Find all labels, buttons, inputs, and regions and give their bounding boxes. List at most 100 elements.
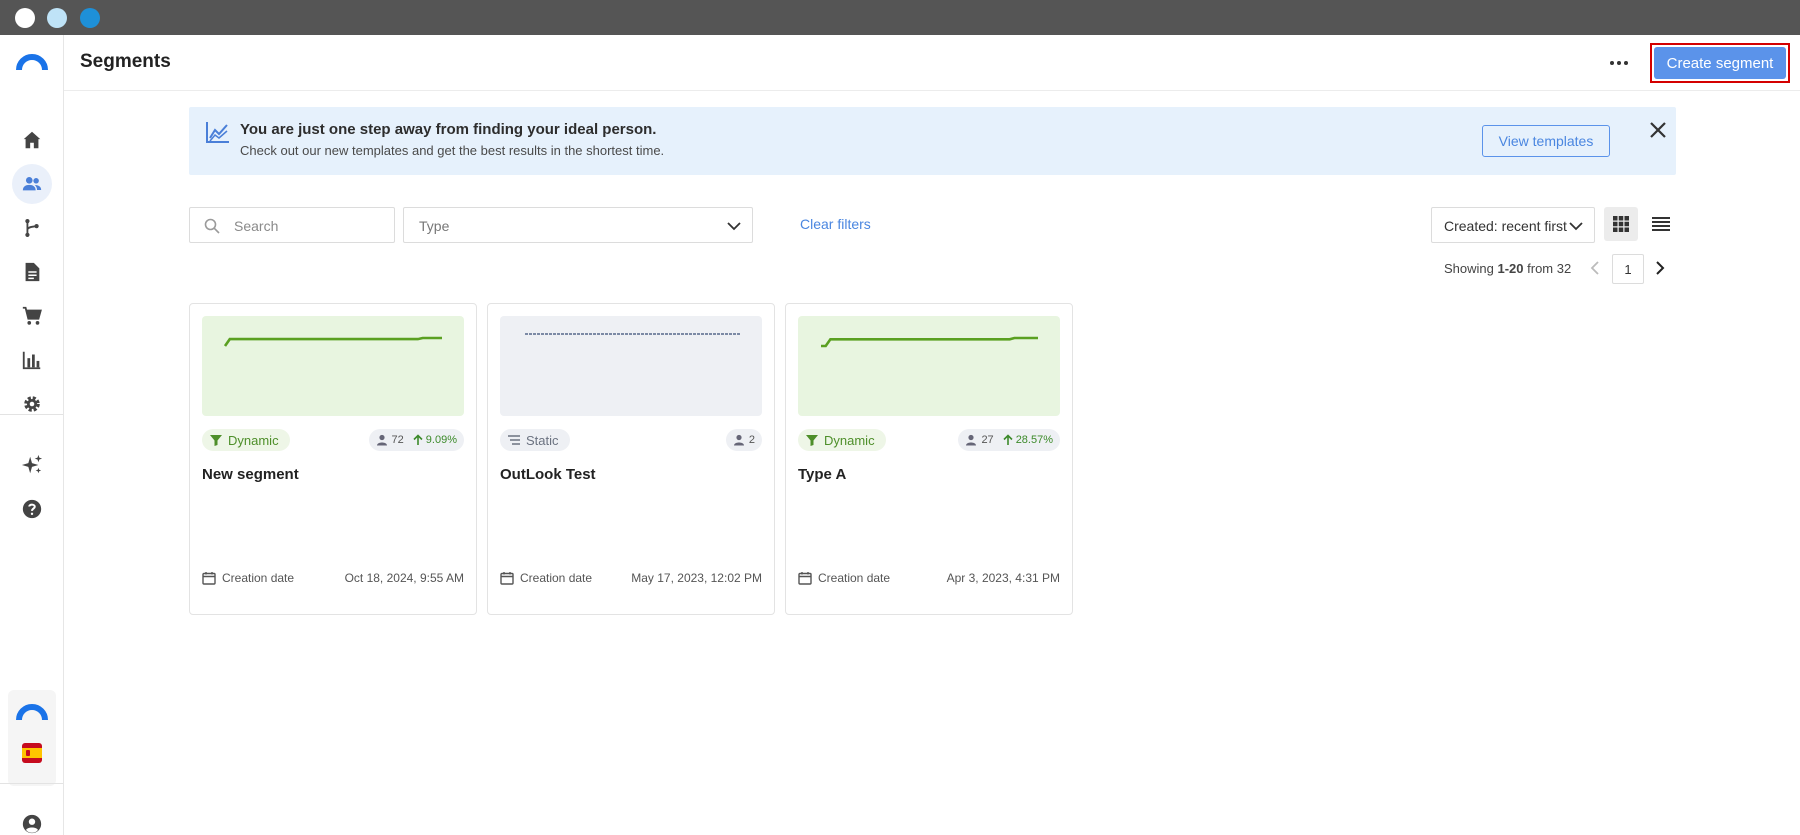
next-page-button[interactable] bbox=[1651, 256, 1669, 280]
segment-count: 72 bbox=[391, 434, 404, 446]
clear-filters-link[interactable]: Clear filters bbox=[800, 216, 871, 232]
more-horizontal-icon bbox=[1610, 61, 1614, 65]
window-maximize-button[interactable] bbox=[80, 8, 100, 28]
sidebar-bottom-divider bbox=[0, 783, 63, 784]
sidebar-item-ecommerce[interactable] bbox=[12, 296, 52, 336]
sidebar-item-profile[interactable] bbox=[12, 804, 52, 835]
filter-icon bbox=[806, 435, 818, 446]
templates-banner: You are just one step away from finding … bbox=[189, 107, 1676, 175]
bar-chart-icon bbox=[22, 351, 41, 370]
segment-card[interactable]: Dynamic 72 9.09% New segment Creation date Oc… bbox=[189, 303, 477, 615]
sidebar bbox=[0, 35, 64, 835]
segment-stats-badge: 72 9.09% bbox=[368, 429, 464, 451]
segment-footer: Creation date Apr 3, 2023, 4:31 PM bbox=[798, 570, 1060, 586]
banner-subtitle: Check out our new templates and get the … bbox=[240, 143, 665, 158]
static-list-icon bbox=[508, 435, 520, 445]
window-close-button[interactable] bbox=[15, 8, 35, 28]
segment-type-label: Dynamic bbox=[228, 432, 279, 448]
segment-type-badge: Dynamic bbox=[202, 429, 290, 451]
home-icon bbox=[23, 131, 41, 149]
window-minimize-button[interactable] bbox=[47, 8, 67, 28]
segment-type-label: Static bbox=[526, 432, 559, 448]
segment-footer: Creation date May 17, 2023, 12:02 PM bbox=[500, 570, 762, 586]
sparkline-path bbox=[223, 336, 442, 347]
creation-date-label: Creation date bbox=[520, 571, 593, 585]
segment-stats-badge: 27 28.57% bbox=[958, 429, 1060, 451]
calendar-icon bbox=[798, 572, 812, 585]
sidebar-item-settings[interactable] bbox=[12, 384, 52, 424]
account-icon bbox=[22, 814, 42, 834]
person-icon bbox=[733, 434, 744, 446]
segment-name[interactable]: New segment bbox=[202, 466, 299, 483]
list-view-button[interactable] bbox=[1644, 207, 1678, 241]
creation-date-value: Apr 3, 2023, 4:31 PM bbox=[946, 571, 1060, 585]
sidebar-item-home[interactable] bbox=[12, 120, 52, 160]
view-templates-button[interactable]: View templates bbox=[1482, 125, 1610, 157]
arrow-up-icon bbox=[1003, 434, 1013, 445]
chevron-down-icon bbox=[727, 222, 741, 231]
segment-sparkline bbox=[798, 316, 1060, 416]
type-filter-select[interactable]: Type bbox=[403, 207, 753, 243]
chevron-right-icon bbox=[1656, 261, 1665, 275]
create-segment-button[interactable]: Create segment bbox=[1654, 47, 1786, 79]
document-icon bbox=[25, 262, 40, 282]
brand-logo-icon[interactable] bbox=[16, 53, 48, 71]
segment-growth: 28.57% bbox=[1002, 434, 1053, 446]
creation-date-value: May 17, 2023, 12:02 PM bbox=[631, 571, 762, 585]
sparkline-path bbox=[821, 336, 1038, 348]
segment-growth-value: 9.09% bbox=[425, 434, 457, 446]
sparkles-icon bbox=[21, 454, 43, 474]
sidebar-item-segments[interactable] bbox=[12, 164, 52, 204]
segment-count: 27 bbox=[981, 434, 994, 446]
spain-flag-icon[interactable] bbox=[22, 743, 42, 763]
segment-footer: Creation date Oct 18, 2024, 9:55 AM bbox=[202, 570, 464, 586]
cart-icon bbox=[22, 306, 42, 325]
previous-page-button[interactable] bbox=[1586, 256, 1604, 280]
window-titlebar bbox=[0, 0, 1800, 35]
segment-growth-value: 28.57% bbox=[1015, 434, 1053, 446]
segment-stats-badge: 2 bbox=[725, 429, 762, 451]
segment-growth: 9.09% bbox=[412, 434, 457, 446]
page-title: Segments bbox=[80, 51, 171, 72]
segment-name[interactable]: Type A bbox=[798, 466, 846, 483]
sidebar-item-content[interactable] bbox=[12, 252, 52, 292]
segment-card[interactable]: Static 2 OutLook Test Creation date May 17, … bbox=[487, 303, 775, 615]
arrow-up-icon bbox=[413, 434, 423, 445]
sidebar-item-flows[interactable] bbox=[12, 208, 52, 248]
sort-label: Created: recent first bbox=[1444, 218, 1567, 234]
page-header: Segments Create segment bbox=[64, 35, 1800, 91]
type-filter-label: Type bbox=[419, 218, 450, 234]
person-icon bbox=[966, 434, 977, 446]
creation-date-label: Creation date bbox=[222, 571, 295, 585]
segment-card[interactable]: Dynamic 27 28.57% Type A Creation date Apr 3,… bbox=[785, 303, 1073, 615]
brand-logo-small-icon bbox=[16, 704, 48, 721]
calendar-icon bbox=[202, 572, 216, 585]
close-icon[interactable] bbox=[1647, 119, 1669, 141]
sort-select[interactable]: Created: recent first bbox=[1431, 207, 1595, 243]
banner-title: You are just one step away from finding … bbox=[240, 121, 657, 138]
segment-sparkline bbox=[500, 316, 762, 416]
trend-chart-icon bbox=[206, 122, 229, 143]
search-icon bbox=[204, 218, 220, 234]
segment-count: 2 bbox=[748, 434, 755, 446]
search-input[interactable] bbox=[234, 216, 384, 236]
calendar-icon bbox=[500, 572, 514, 585]
list-icon bbox=[1652, 217, 1670, 231]
creation-date-label: Creation date bbox=[818, 571, 891, 585]
help-icon bbox=[22, 499, 42, 519]
segment-type-label: Dynamic bbox=[824, 432, 875, 448]
chevron-down-icon bbox=[1569, 222, 1583, 231]
filter-icon bbox=[210, 435, 222, 446]
sidebar-item-analytics[interactable] bbox=[12, 340, 52, 380]
search-field bbox=[189, 207, 395, 243]
segment-name[interactable]: OutLook Test bbox=[500, 466, 596, 483]
gear-icon bbox=[24, 396, 40, 412]
more-options-button[interactable] bbox=[1605, 49, 1633, 77]
page-number-current[interactable]: 1 bbox=[1612, 254, 1644, 284]
person-icon bbox=[376, 434, 387, 446]
segment-sparkline bbox=[202, 316, 464, 416]
creation-date-value: Oct 18, 2024, 9:55 AM bbox=[344, 571, 464, 585]
sidebar-item-ai[interactable] bbox=[12, 445, 52, 485]
sidebar-item-help[interactable] bbox=[12, 489, 52, 529]
grid-view-button[interactable] bbox=[1604, 207, 1638, 241]
